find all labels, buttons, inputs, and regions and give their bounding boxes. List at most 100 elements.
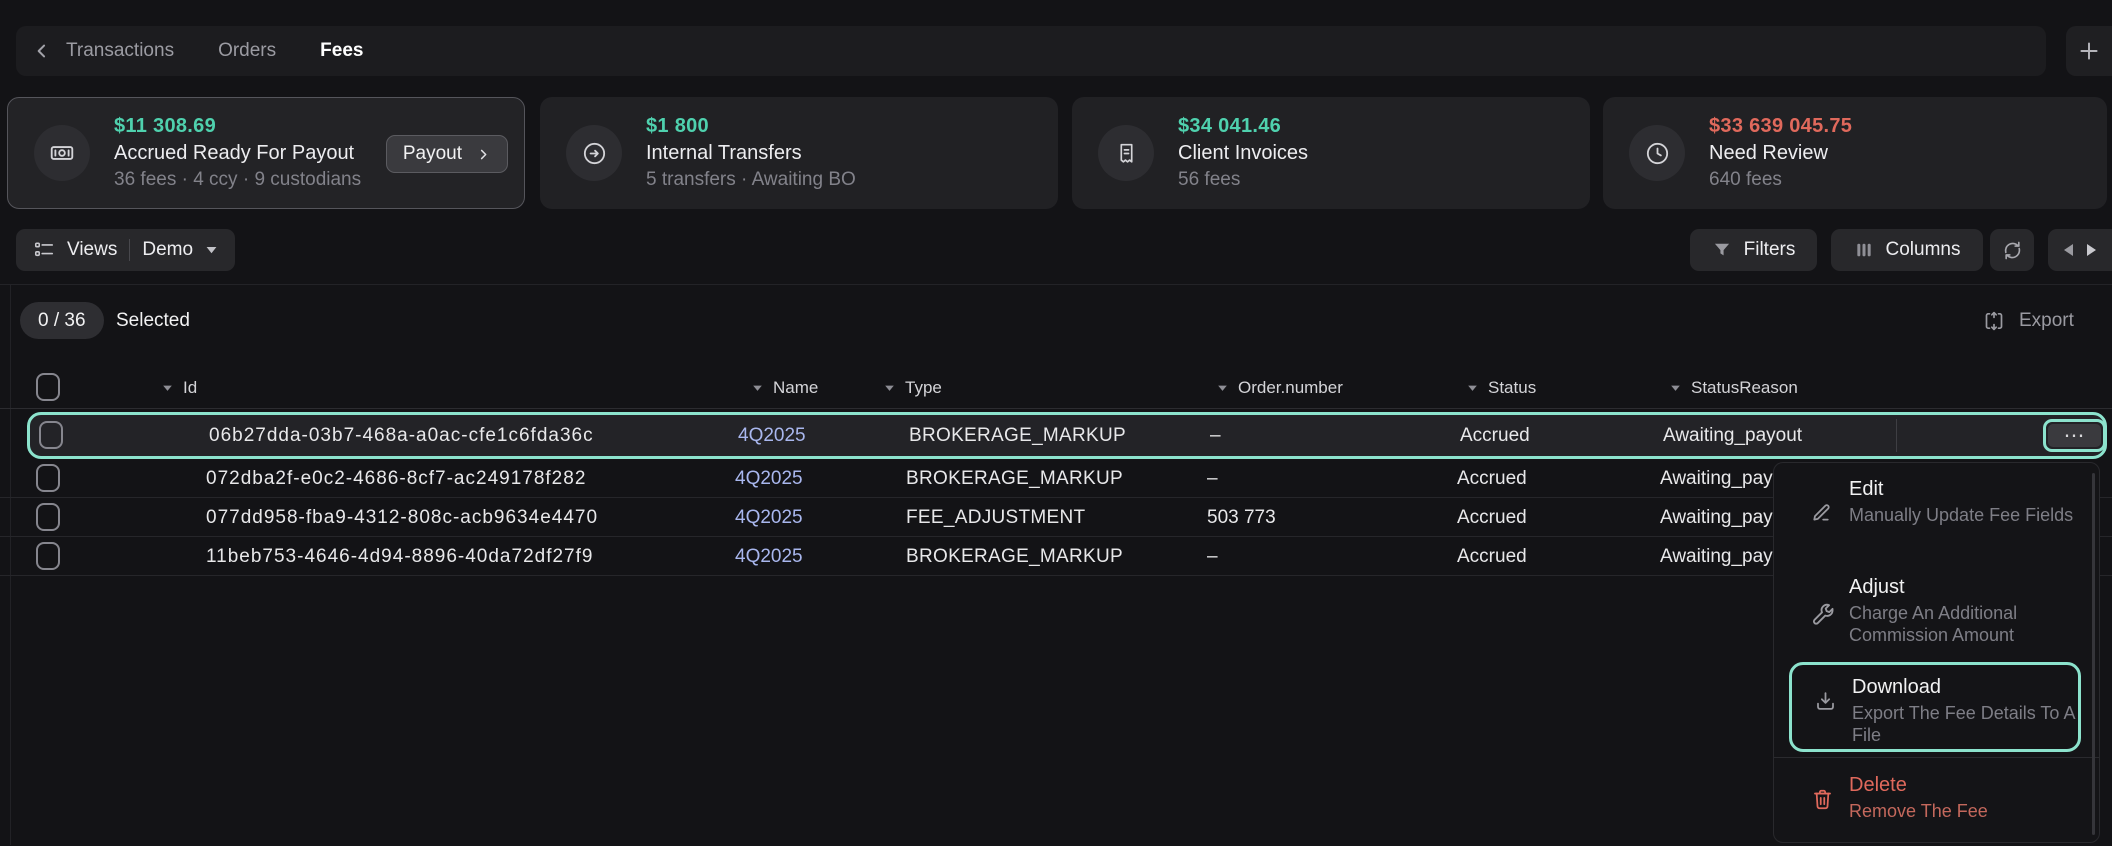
row-checkbox[interactable] [36, 464, 60, 492]
wrench-icon [1810, 603, 1836, 629]
views-list-icon [33, 239, 55, 261]
card-subtitle: 5 transfers · Awaiting BO [646, 167, 856, 193]
chevron-down-icon [205, 245, 218, 255]
divider [1896, 419, 1897, 452]
top-nav-bar: Transactions Orders Fees [16, 26, 2046, 76]
views-selector[interactable]: Views Demo [16, 229, 235, 271]
card-title: Client Invoices [1178, 140, 1308, 167]
menu-item-adjust[interactable]: Adjust Charge An Additional Commission A… [1774, 575, 2100, 667]
refresh-icon [2001, 239, 2024, 262]
column-header-status-reason: StatusReason [1691, 378, 1798, 398]
card-accrued-ready-for-payout[interactable]: $11 308.69 Accrued Ready For Payout 36 f… [7, 97, 525, 209]
sort-caret-icon[interactable] [884, 384, 895, 392]
cell-order-number: – [1207, 537, 1218, 576]
menu-item-edit[interactable]: Edit Manually Update Fee Fields [1774, 477, 2100, 563]
sort-caret-icon[interactable] [162, 384, 173, 392]
card-internal-transfers[interactable]: $1 800 Internal Transfers 5 transfers · … [540, 97, 1058, 209]
cell-id: 077dd958-fba9-4312-808c-acb9634e4470 [206, 498, 598, 537]
menu-scrollbar[interactable] [2092, 473, 2095, 835]
column-header-name: Name [773, 378, 818, 398]
column-header-order-number: Order.number [1238, 378, 1343, 398]
column-header-id: Id [183, 378, 197, 398]
cell-type: BROKERAGE_MARKUP [906, 459, 1123, 498]
cell-order-number: 503 773 [1207, 498, 1276, 537]
card-amount: $11 308.69 [114, 114, 361, 138]
tab-fees[interactable]: Fees [320, 40, 363, 62]
card-title: Internal Transfers [646, 140, 856, 167]
cell-status: Accrued [1460, 415, 1530, 456]
invoice-icon [1098, 125, 1154, 181]
cell-name[interactable]: 4Q2025 [738, 415, 806, 456]
cell-order-number: – [1207, 459, 1218, 498]
add-button[interactable] [2066, 26, 2112, 76]
cell-name[interactable]: 4Q2025 [735, 537, 803, 576]
pencil-icon [1810, 499, 1835, 524]
card-title: Need Review [1709, 140, 1852, 167]
table-row-highlighted[interactable]: 06b27dda-03b7-468a-a0ac-cfe1c6fda36c 4Q2… [27, 412, 2107, 459]
card-title: Accrued Ready For Payout [114, 140, 361, 167]
card-subtitle: 640 fees [1709, 167, 1852, 193]
cell-type: FEE_ADJUSTMENT [906, 498, 1085, 537]
cell-type: BROKERAGE_MARKUP [906, 537, 1123, 576]
cell-id: 11beb753-4646-4d94-8896-40da72df27f9 [206, 537, 593, 576]
menu-item-download[interactable]: Download Export The Fee Details To A Fil… [1789, 662, 2081, 752]
cell-type: BROKERAGE_MARKUP [909, 415, 1126, 456]
tab-orders[interactable]: Orders [218, 40, 276, 62]
menu-item-delete[interactable]: Delete Remove The Fee [1774, 773, 2100, 843]
card-subtitle: 56 fees [1178, 167, 1308, 193]
trash-icon [1810, 787, 1835, 812]
filter-funnel-icon [1712, 240, 1732, 260]
prev-arrow-icon[interactable] [2062, 243, 2075, 257]
menu-separator [1774, 757, 2100, 758]
row-checkbox[interactable] [36, 542, 60, 570]
refresh-button[interactable] [1990, 229, 2034, 271]
cell-name[interactable]: 4Q2025 [735, 459, 803, 498]
chevron-right-icon [476, 147, 491, 162]
cell-order-number: – [1210, 415, 1221, 456]
plus-icon [2076, 38, 2102, 64]
views-label: Views [67, 239, 117, 261]
columns-button[interactable]: Columns [1831, 229, 1983, 271]
cell-name[interactable]: 4Q2025 [735, 498, 803, 537]
cell-status: Accrued [1457, 537, 1527, 576]
card-need-review[interactable]: $33 639 045.75 Need Review 640 fees [1603, 97, 2107, 209]
export-button[interactable]: Export [1982, 304, 2074, 338]
columns-icon [1854, 240, 1874, 260]
filters-button[interactable]: Filters [1690, 229, 1817, 271]
transfer-arrow-icon [566, 125, 622, 181]
card-amount: $1 800 [646, 114, 856, 138]
cell-status-reason: Awaiting_payout [1663, 415, 1802, 456]
sort-caret-icon[interactable] [1670, 384, 1681, 392]
sort-caret-icon[interactable] [1217, 384, 1228, 392]
selected-label: Selected [116, 302, 190, 339]
cell-status: Accrued [1457, 459, 1527, 498]
row-actions-button[interactable]: ⋯ [2048, 424, 2101, 447]
views-current-value: Demo [142, 239, 193, 261]
row-checkbox[interactable] [36, 503, 60, 531]
banknote-icon [34, 125, 90, 181]
clock-icon [1629, 125, 1685, 181]
download-icon [1813, 689, 1838, 714]
card-client-invoices[interactable]: $34 041.46 Client Invoices 56 fees [1072, 97, 1590, 209]
cell-id: 072dba2f-e0c2-4686-8cf7-ac249178f282 [206, 459, 586, 498]
column-header-type: Type [905, 378, 942, 398]
section-divider [0, 284, 2112, 285]
sort-caret-icon[interactable] [752, 384, 763, 392]
selected-count-badge: 0 / 36 [20, 302, 104, 339]
cell-status: Accrued [1457, 498, 1527, 537]
card-amount: $33 639 045.75 [1709, 114, 1852, 138]
sort-caret-icon[interactable] [1467, 384, 1478, 392]
export-icon [1982, 309, 2006, 333]
tab-transactions[interactable]: Transactions [66, 40, 174, 62]
divider [129, 239, 130, 261]
cell-id: 06b27dda-03b7-468a-a0ac-cfe1c6fda36c [209, 415, 594, 456]
card-subtitle: 36 fees · 4 ccy · 9 custodians [114, 167, 361, 193]
card-amount: $34 041.46 [1178, 114, 1308, 138]
row-checkbox[interactable] [39, 421, 63, 449]
pager-buttons[interactable] [2048, 229, 2112, 271]
column-header-status: Status [1488, 378, 1536, 398]
next-arrow-icon[interactable] [2085, 243, 2098, 257]
select-all-checkbox[interactable] [36, 373, 60, 401]
payout-button[interactable]: Payout [386, 135, 508, 173]
chevron-left-icon[interactable] [32, 41, 52, 61]
